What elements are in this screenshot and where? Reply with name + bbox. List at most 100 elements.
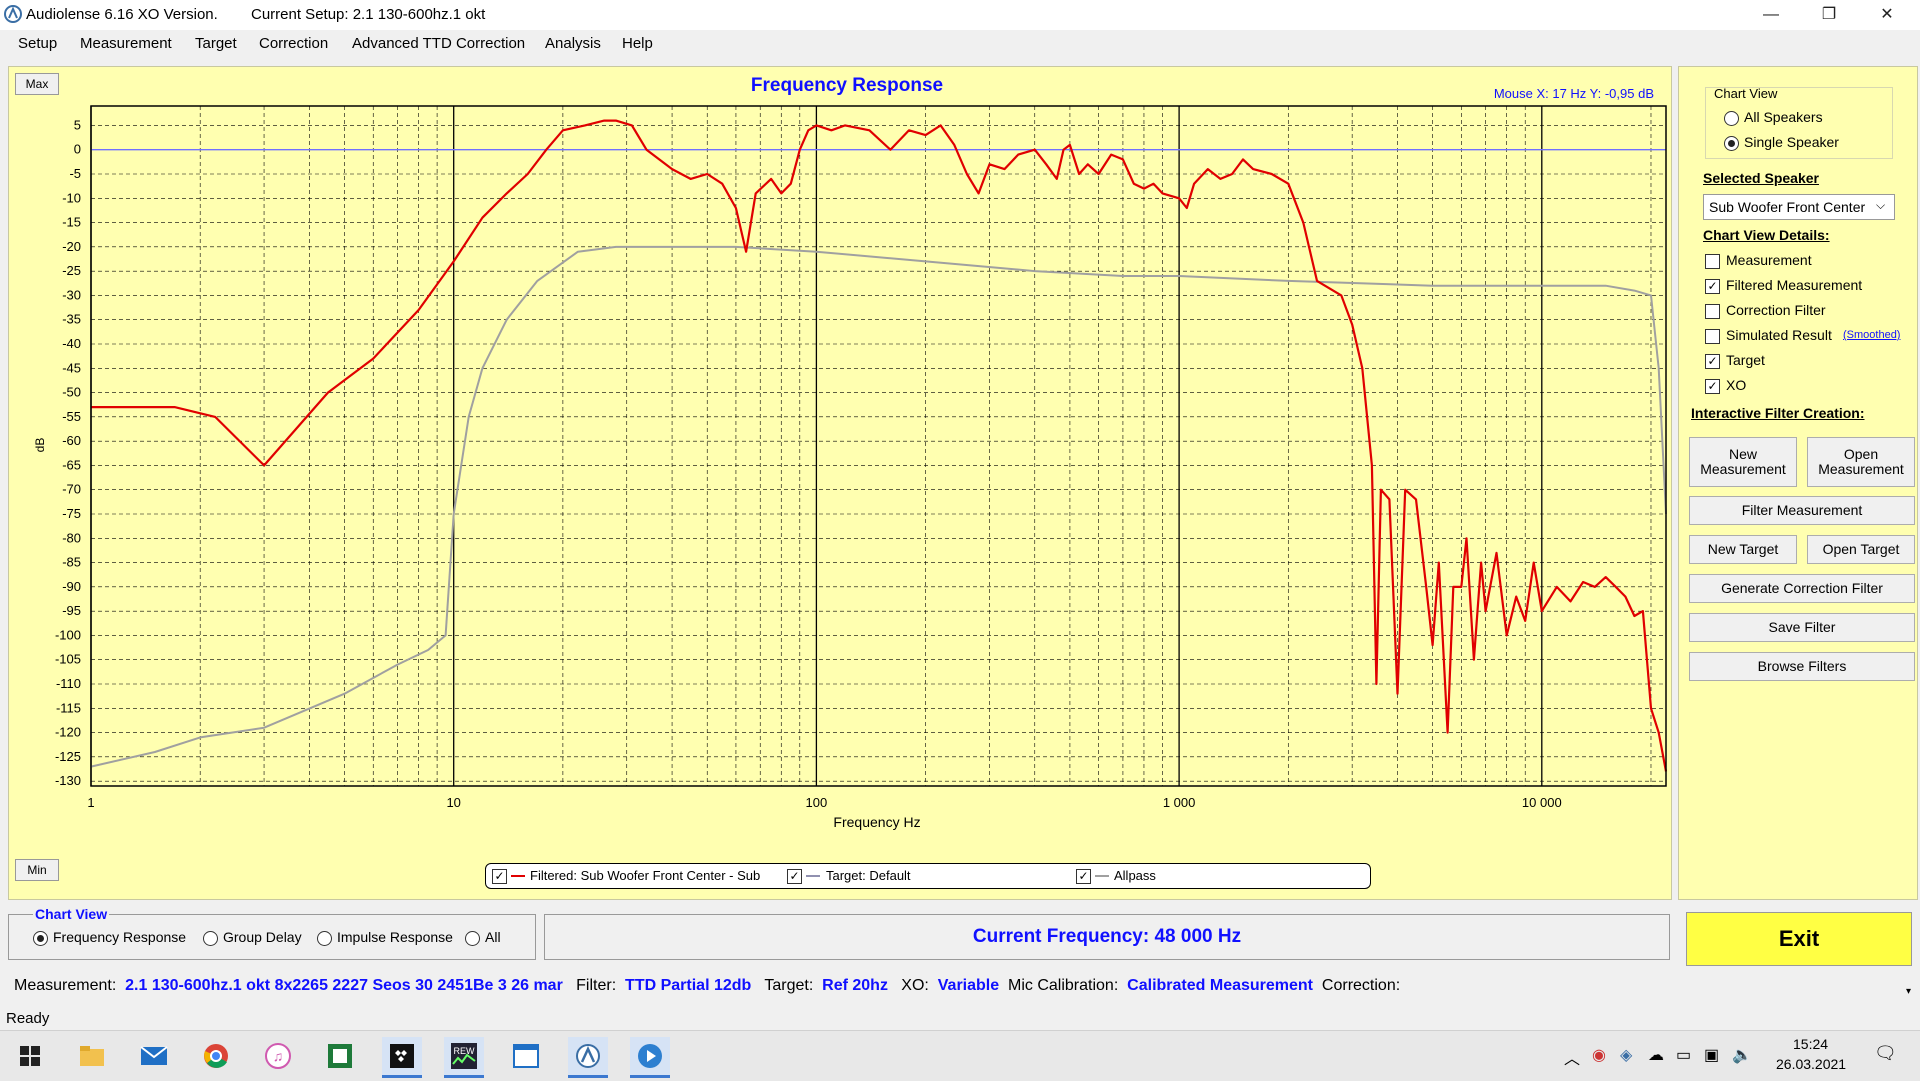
chevron-up-icon[interactable]: ︿ — [1564, 1045, 1580, 1069]
taskbar: ♫ REW ︿ ◉ ◈ ☁ ▭ ▣ 🔈 15:24 26.03.2021 🗨 — [0, 1030, 1920, 1081]
simulated-result-checkbox[interactable] — [1705, 329, 1720, 344]
legend-allpass-swatch — [1095, 875, 1109, 877]
all-speakers-radio[interactable] — [1724, 111, 1739, 126]
tray-app-icon[interactable]: ◉ — [1592, 1045, 1606, 1065]
frequency-response-chart[interactable]: Frequency Response Mouse X: 17 Hz Y: -0,… — [9, 67, 1671, 899]
new-measurement-button[interactable]: New Measurement — [1689, 437, 1797, 487]
frequency-response-radio[interactable] — [33, 931, 48, 946]
filtered-measurement-checkbox[interactable]: ✓ — [1705, 279, 1720, 294]
filter-measurement-button[interactable]: Filter Measurement — [1689, 496, 1915, 525]
right-panel: Chart View All Speakers Single Speaker S… — [1678, 66, 1918, 900]
xo-info-label: XO: — [901, 977, 929, 994]
x-tick-label: 100 — [806, 795, 828, 810]
x-tick-label: 10 — [446, 795, 460, 810]
xo-label: XO — [1726, 377, 1747, 393]
open-measurement-button[interactable]: Open Measurement — [1807, 437, 1915, 487]
y-tick-label: -10 — [62, 190, 81, 205]
smoothed-link[interactable]: (Smoothed) — [1843, 329, 1900, 341]
filtered-series-line — [91, 119, 1668, 772]
legend-target-label: Target: Default — [826, 868, 911, 883]
current-frequency: Current Frequency: 48 000 Hz — [544, 914, 1670, 960]
series-lines — [90, 119, 1668, 772]
itunes-icon[interactable]: ♫ — [258, 1037, 298, 1075]
simulated-result-label: Simulated Result — [1726, 327, 1832, 343]
volume-icon[interactable]: 🔈 — [1732, 1045, 1752, 1065]
all-label: All — [485, 929, 501, 945]
y-tick-label: -15 — [62, 215, 81, 230]
all-radio[interactable] — [465, 931, 480, 946]
audiolense-icon[interactable] — [568, 1037, 608, 1078]
svg-text:♫: ♫ — [273, 1048, 284, 1064]
green-app-icon[interactable] — [320, 1037, 360, 1075]
legend-allpass-checkbox[interactable]: ✓ — [1076, 869, 1091, 884]
app-logo-icon — [4, 5, 22, 23]
y-tick-label: -5 — [69, 166, 81, 181]
network-icon[interactable]: ▣ — [1704, 1045, 1719, 1065]
tidal-icon[interactable] — [382, 1037, 422, 1078]
y-tick-label: -100 — [55, 627, 81, 642]
menu-advanced-ttd[interactable]: Advanced TTD Correction — [352, 35, 525, 52]
correction-filter-label: Correction Filter — [1726, 302, 1826, 318]
y-tick-label: -60 — [62, 433, 81, 448]
scroll-down-icon[interactable]: ▾ — [1906, 986, 1911, 997]
rew-icon[interactable]: REW — [444, 1037, 484, 1078]
chart-view-title: Chart View — [1714, 86, 1778, 101]
measurement-info-label: Measurement: — [14, 977, 117, 994]
generate-correction-filter-button[interactable]: Generate Correction Filter — [1689, 574, 1915, 603]
single-speaker-radio[interactable] — [1724, 136, 1739, 151]
maximize-button[interactable]: ❐ — [1800, 0, 1858, 30]
windows-start-icon[interactable] — [10, 1037, 50, 1075]
mail-icon[interactable] — [134, 1037, 174, 1075]
open-target-button[interactable]: Open Target — [1807, 535, 1915, 564]
legend-filtered-checkbox[interactable]: ✓ — [492, 869, 507, 884]
minimize-button[interactable]: — — [1742, 0, 1800, 30]
chrome-icon[interactable] — [196, 1037, 236, 1075]
selected-speaker-title: Selected Speaker — [1703, 170, 1819, 186]
legend-target-checkbox[interactable]: ✓ — [787, 869, 802, 884]
y-tick-label: -90 — [62, 579, 81, 594]
close-button[interactable]: ✕ — [1858, 0, 1916, 30]
clock-time[interactable]: 15:24 — [1793, 1036, 1828, 1052]
filter-info-value: TTD Partial 12db — [625, 977, 752, 994]
speaker-select-value: Sub Woofer Front Center — [1709, 199, 1866, 215]
notifications-icon[interactable]: 🗨 — [1874, 1043, 1897, 1064]
speaker-select[interactable]: Sub Woofer Front Center ⌵ — [1703, 194, 1895, 220]
menu-correction[interactable]: Correction — [259, 35, 328, 52]
window-app-icon[interactable] — [506, 1037, 546, 1075]
exit-button[interactable]: Exit — [1686, 912, 1912, 966]
y-tick-label: -40 — [62, 336, 81, 351]
menu-help[interactable]: Help — [622, 35, 653, 52]
target-checkbox[interactable]: ✓ — [1705, 354, 1720, 369]
y-tick-label: -30 — [62, 287, 81, 302]
y-tick-label: -35 — [62, 312, 81, 327]
chart-panel: Max Min Frequency Response Mouse X: 17 H… — [8, 66, 1672, 900]
impulse-response-radio[interactable] — [317, 931, 332, 946]
menu-setup[interactable]: Setup — [18, 35, 57, 52]
y-tick-label: -95 — [62, 603, 81, 618]
target-info-value: Ref 20hz — [822, 977, 888, 994]
menu-analysis[interactable]: Analysis — [545, 35, 601, 52]
chevron-down-icon: ⌵ — [1876, 198, 1886, 212]
measurement-label: Measurement — [1726, 252, 1812, 268]
measurement-checkbox[interactable] — [1705, 254, 1720, 269]
battery-icon[interactable]: ▭ — [1676, 1045, 1691, 1065]
correction-filter-checkbox[interactable] — [1705, 304, 1720, 319]
new-target-button[interactable]: New Target — [1689, 535, 1797, 564]
file-explorer-icon[interactable] — [72, 1037, 112, 1075]
tray-audiolense-icon[interactable]: ◈ — [1620, 1045, 1632, 1065]
cloud-icon[interactable]: ☁ — [1648, 1045, 1664, 1065]
y-tick-label: -65 — [62, 457, 81, 472]
menu-target[interactable]: Target — [195, 35, 237, 52]
title-bar: Audiolense 6.16 XO Version. Current Setu… — [0, 0, 1920, 30]
browse-filters-button[interactable]: Browse Filters — [1689, 652, 1915, 681]
bottom-chart-view-group: Chart View Frequency Response Group Dela… — [8, 906, 536, 960]
group-delay-radio[interactable] — [203, 931, 218, 946]
y-tick-label: -130 — [55, 773, 81, 788]
media-player-icon[interactable] — [630, 1037, 670, 1078]
save-filter-button[interactable]: Save Filter — [1689, 613, 1915, 642]
clock-date[interactable]: 26.03.2021 — [1776, 1056, 1846, 1072]
mic-info-label: Mic Calibration: — [1008, 977, 1119, 994]
xo-checkbox[interactable]: ✓ — [1705, 379, 1720, 394]
y-tick-label: -115 — [56, 700, 81, 715]
menu-measurement[interactable]: Measurement — [80, 35, 172, 52]
